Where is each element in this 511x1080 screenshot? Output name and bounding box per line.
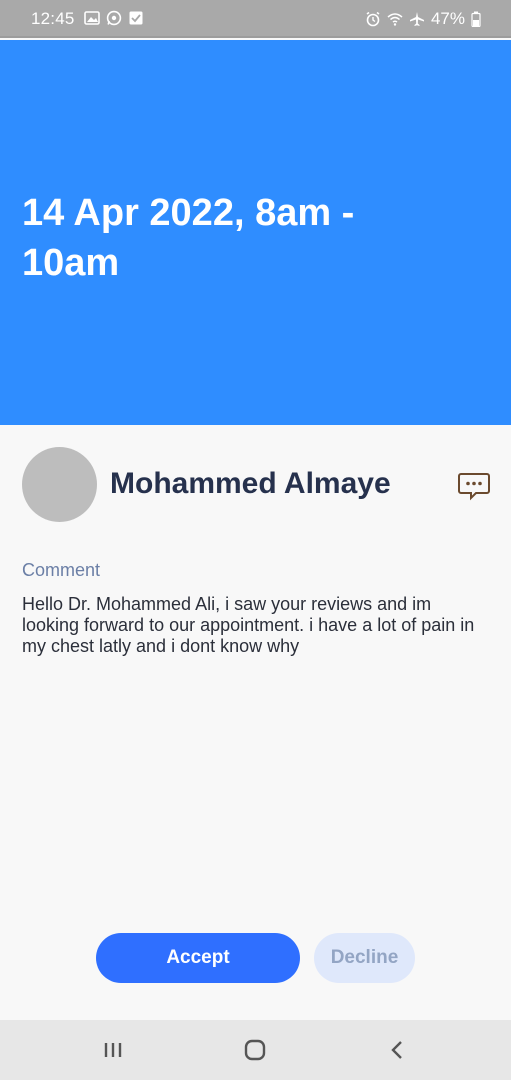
status-time: 12:45 bbox=[31, 9, 75, 28]
alarm-icon bbox=[366, 11, 380, 27]
checkbox-icon bbox=[129, 11, 143, 25]
comment-label: Comment bbox=[22, 560, 101, 580]
status-notification-icons bbox=[84, 10, 144, 26]
status-system-icons: 47% bbox=[365, 9, 481, 29]
chat-bubble-icon[interactable] bbox=[457, 471, 491, 501]
battery-icon bbox=[471, 11, 481, 27]
appointment-datetime: 14 Apr 2022, 8am - 10am bbox=[22, 192, 355, 284]
appointment-screen: 12:45 47% 14 Apr 2022, 8am - 10am Mohamm… bbox=[0, 0, 511, 1080]
system-nav-bar bbox=[0, 1020, 511, 1080]
back-icon[interactable] bbox=[382, 1034, 414, 1066]
image-icon bbox=[84, 11, 100, 25]
whatsapp-icon bbox=[106, 10, 122, 26]
accept-button[interactable]: Accept bbox=[96, 933, 300, 983]
airplane-icon bbox=[409, 12, 424, 26]
decline-button[interactable]: Decline bbox=[314, 933, 415, 983]
home-icon[interactable] bbox=[239, 1034, 271, 1066]
battery-percent: 47% bbox=[430, 9, 465, 28]
status-bar: 12:45 47% bbox=[0, 0, 511, 38]
comment-text: Hello Dr. Mohammed Ali, i saw your revie… bbox=[22, 594, 475, 656]
recent-apps-icon[interactable] bbox=[97, 1034, 129, 1066]
avatar bbox=[22, 447, 97, 522]
wifi-icon bbox=[387, 13, 403, 26]
patient-name: Mohammed Almaye bbox=[110, 467, 391, 500]
appointment-header: 14 Apr 2022, 8am - 10am bbox=[0, 40, 511, 425]
